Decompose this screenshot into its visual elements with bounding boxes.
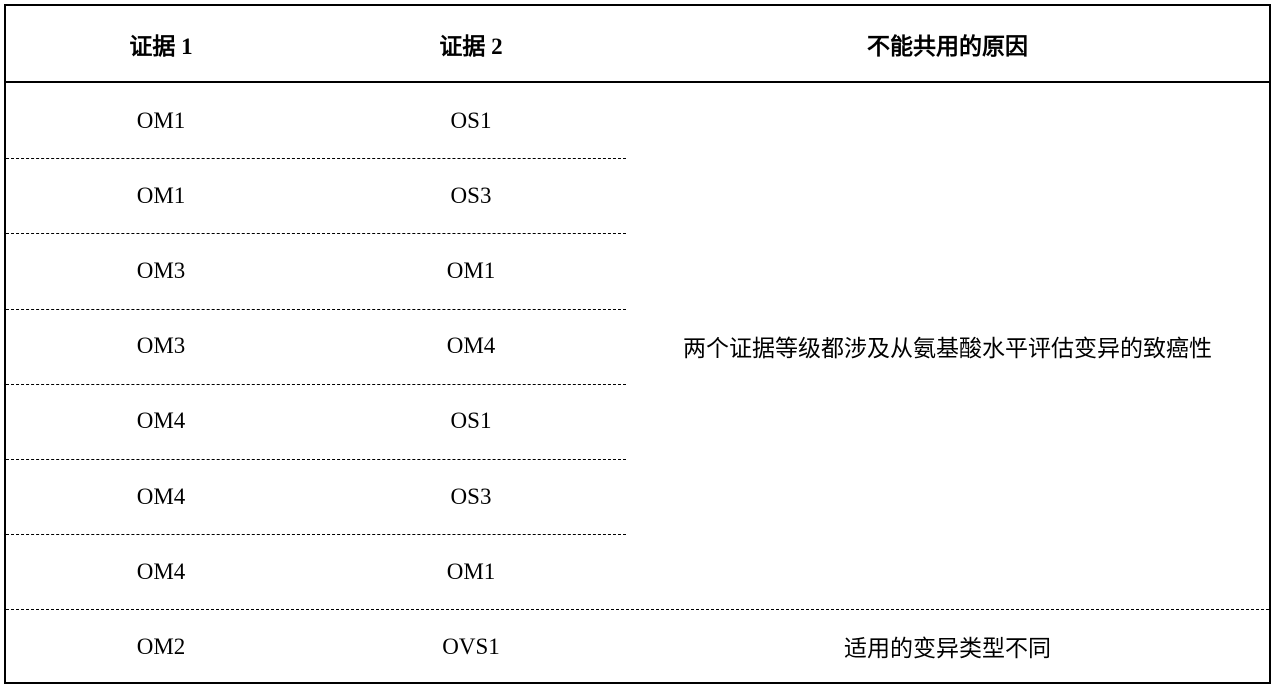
evidence-table: 证据 1 证据 2 不能共用的原因 OM1 OS1 OM1 OS3 OM3 OM1 OM3 O… xyxy=(4,4,1271,684)
evidence-1-cell: OM1 xyxy=(136,107,186,133)
reason-variant-type: 适用的变异类型不同 xyxy=(844,635,1051,661)
row-divider xyxy=(6,459,626,460)
row-divider xyxy=(6,233,626,235)
evidence-2-cell: OS3 xyxy=(450,483,492,509)
evidence-2-cell: OM4 xyxy=(446,333,496,359)
evidence-1-cell: OM3 xyxy=(136,257,186,283)
evidence-2-cell: OS3 xyxy=(450,182,492,208)
row-divider xyxy=(6,534,626,536)
evidence-1-cell: OM2 xyxy=(136,633,186,659)
evidence-1-cell: OM1 xyxy=(136,182,186,208)
evidence-1-cell: OM3 xyxy=(136,333,186,359)
evidence-1-cell: OM4 xyxy=(136,483,186,509)
header-reason: 不能共用的原因 xyxy=(867,33,1028,59)
evidence-1-cell: OM4 xyxy=(136,408,186,434)
header-evidence-1: 证据 1 xyxy=(129,33,193,59)
evidence-1-cell: OM4 xyxy=(136,558,186,584)
evidence-2-cell: OM1 xyxy=(446,257,496,283)
evidence-2-cell: OS1 xyxy=(450,408,492,434)
row-divider xyxy=(6,308,626,310)
reason-amino-acid: 两个证据等级都涉及从氨基酸水平评估变异的致癌性 xyxy=(683,336,1212,361)
evidence-2-cell: OS1 xyxy=(450,107,492,133)
row-divider xyxy=(6,383,626,385)
row-divider xyxy=(6,158,626,160)
evidence-2-cell: OVS1 xyxy=(442,633,500,659)
header-evidence-2: 证据 2 xyxy=(439,33,503,59)
table-header: 证据 1 证据 2 不能共用的原因 xyxy=(6,6,1269,83)
evidence-2-cell: OM1 xyxy=(446,558,496,584)
